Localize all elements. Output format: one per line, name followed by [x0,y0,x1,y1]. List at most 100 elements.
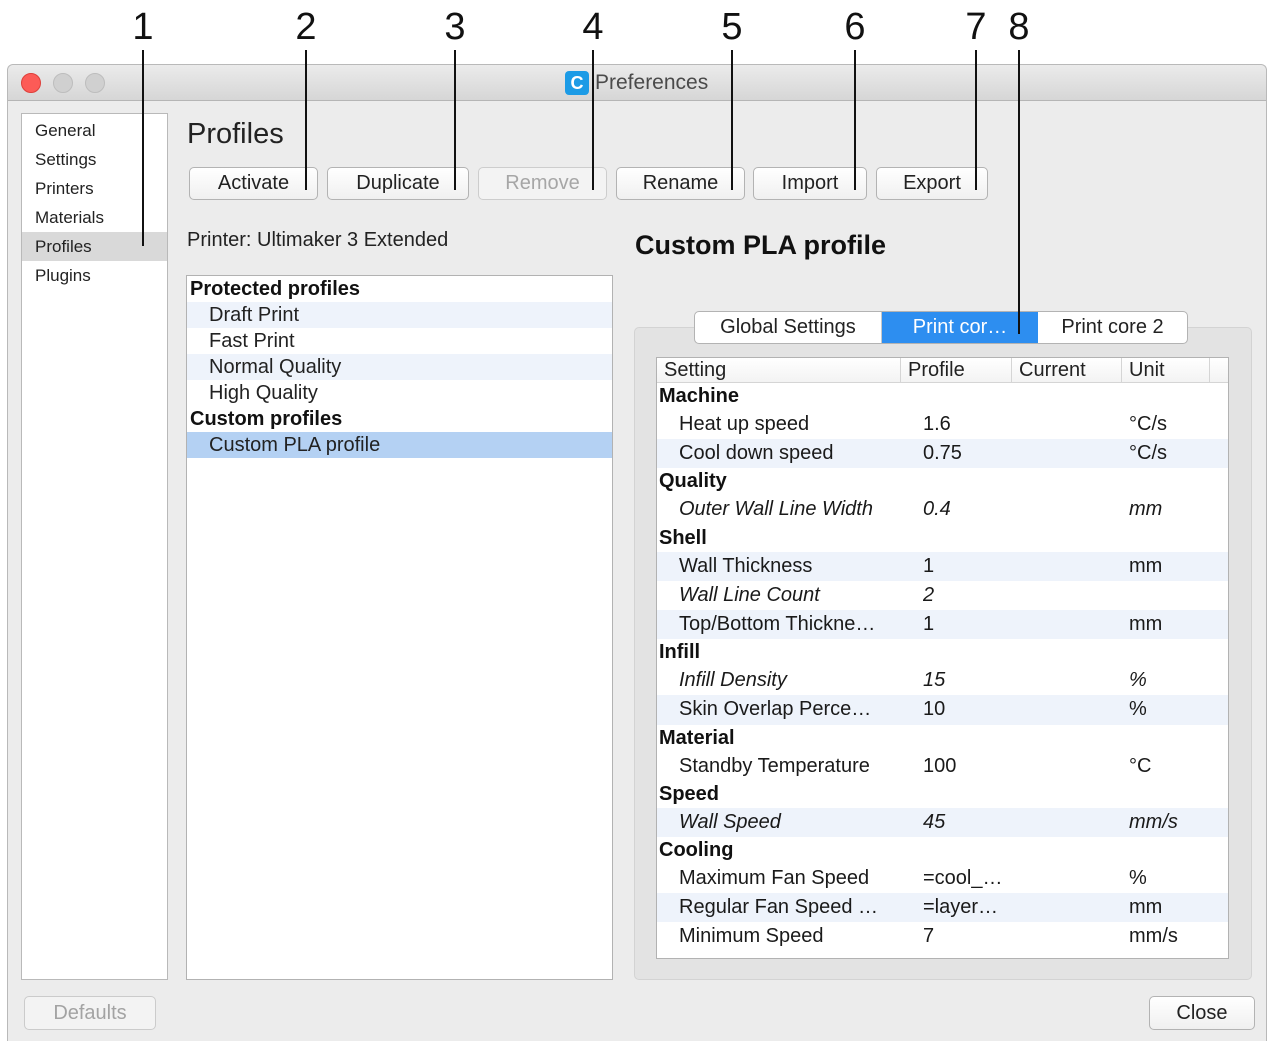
category-settings[interactable]: Settings [22,145,167,174]
table-row[interactable]: Outer Wall Line Width 0.4 mm [657,495,1228,524]
callout-6: 6 [844,6,866,48]
column-header-profile[interactable]: Profile [901,358,1012,382]
setting-unit: mm/s [1129,810,1178,833]
table-row[interactable]: Wall Thickness 1 mm [657,551,1228,581]
extruder-tab-bar: Global Settings Print cor… Print core 2 [694,311,1188,344]
setting-profile-value: 2 [923,583,935,606]
setting-unit: °C/s [1129,413,1167,435]
callout-line-1 [142,50,144,246]
remove-button[interactable]: Remove [478,167,607,200]
setting-name: Skin Overlap Perce… [679,698,872,721]
tab-global-settings[interactable]: Global Settings [695,312,882,343]
callout-line-7 [975,50,977,190]
tab-print-core-1[interactable]: Print cor… [882,312,1038,343]
close-button[interactable]: Close [1149,996,1255,1030]
preferences-window: C Preferences General Settings Printers … [7,64,1267,1041]
table-row[interactable]: Cool down speed 0.75 °C/s [657,439,1228,469]
setting-unit: °C [1129,754,1152,777]
table-row[interactable]: Minimum Speed 7 mm/s [657,922,1228,951]
preferences-category-list: General Settings Printers Materials Prof… [21,113,168,980]
setting-profile-value: 1 [923,554,935,577]
activate-button[interactable]: Activate [189,167,318,200]
table-row[interactable]: Standby Temperature 100 °C [657,752,1228,781]
setting-name: Wall Line Count [679,583,820,606]
duplicate-button[interactable]: Duplicate [327,167,469,200]
table-row[interactable]: Regular Fan Speed … =layer… mm [657,893,1228,923]
category-row-shell: Shell [659,526,707,549]
cura-app-icon: C [565,71,589,95]
category-profiles[interactable]: Profiles [22,232,167,261]
table-row[interactable]: Top/Bottom Thickne… 1 mm [657,609,1228,640]
window-title-text: Preferences [595,71,709,94]
table-header: Setting Profile Current Unit [657,358,1228,383]
tab-print-core-2[interactable]: Print core 2 [1038,312,1187,343]
setting-name: Regular Fan Speed … [679,896,879,919]
setting-name: Heat up speed [679,413,810,435]
setting-unit: mm [1129,612,1163,635]
callout-line-4 [592,50,594,190]
title-bar[interactable]: C Preferences [8,65,1266,101]
callout-4: 4 [582,6,604,48]
table-row[interactable]: Wall Line Count 2 [657,581,1228,610]
printer-label: Printer: Ultimaker 3 Extended [187,229,449,251]
custom-profiles-header: Custom profiles [190,408,343,430]
window-title: C Preferences [565,69,708,97]
category-general[interactable]: General [22,116,167,145]
selected-profile-title: Custom PLA profile [635,230,887,260]
setting-unit: °C/s [1129,442,1167,465]
callout-line-5 [731,50,733,190]
zoom-window-icon[interactable] [85,73,105,93]
setting-name: Standby Temperature [679,754,870,777]
table-row[interactable]: Heat up speed 1.6 °C/s [657,410,1228,439]
category-plugins[interactable]: Plugins [22,261,167,290]
column-header-unit[interactable]: Unit [1122,358,1210,382]
callout-8: 8 [1008,6,1030,48]
rename-button[interactable]: Rename [616,167,745,200]
category-row-speed: Speed [659,782,720,805]
setting-profile-value: 10 [923,698,946,721]
setting-profile-value: 100 [923,754,957,777]
page: 1 2 3 4 5 6 7 8 C Preferences General Se… [0,0,1267,1041]
setting-name: Wall Speed [679,810,781,833]
callout-7: 7 [965,6,987,48]
category-row-material: Material [659,726,735,749]
setting-unit: mm [1129,896,1163,919]
profile-item-high-quality[interactable]: High Quality [187,380,612,406]
category-materials[interactable]: Materials [22,203,167,232]
category-row-machine: Machine [659,385,740,407]
setting-name: Top/Bottom Thickne… [679,612,876,635]
protected-profiles-header: Protected profiles [190,278,361,300]
setting-unit: % [1129,866,1147,889]
export-button[interactable]: Export [876,167,988,200]
setting-unit: mm/s [1129,925,1178,948]
column-header-setting[interactable]: Setting [657,358,901,382]
setting-name: Wall Thickness [679,554,813,577]
category-row-quality: Quality [659,470,727,493]
callout-2: 2 [295,6,317,48]
close-window-icon[interactable] [21,73,41,93]
profile-item-normal-quality[interactable]: Normal Quality [187,354,612,380]
column-header-current[interactable]: Current [1012,358,1122,382]
setting-profile-value: 15 [923,669,946,692]
setting-unit: mm [1129,498,1163,521]
table-row[interactable]: Maximum Fan Speed =cool_… % [657,864,1228,893]
setting-profile-value: 45 [923,810,946,833]
setting-name: Infill Density [679,669,787,692]
table-row[interactable]: Infill Density 15 % [657,666,1228,695]
category-printers[interactable]: Printers [22,174,167,203]
profile-item-custom-pla[interactable]: Custom PLA profile [187,432,612,458]
import-button[interactable]: Import [753,167,867,200]
setting-unit: mm [1129,554,1163,577]
profile-item-draft-print[interactable]: Draft Print [187,302,612,328]
profiles-list: Protected profiles Draft Print Fast Prin… [186,275,613,980]
setting-name: Cool down speed [679,442,834,465]
setting-unit: % [1129,669,1147,692]
table-row[interactable]: Wall Speed 45 mm/s [657,807,1228,837]
page-title: Profiles [187,118,284,150]
profile-item-fast-print[interactable]: Fast Print [187,328,612,354]
defaults-button[interactable]: Defaults [24,996,156,1030]
callout-line-2 [305,50,307,190]
table-row[interactable]: Skin Overlap Perce… 10 % [657,695,1228,725]
minimize-window-icon[interactable] [53,73,73,93]
callout-1: 1 [132,6,154,48]
